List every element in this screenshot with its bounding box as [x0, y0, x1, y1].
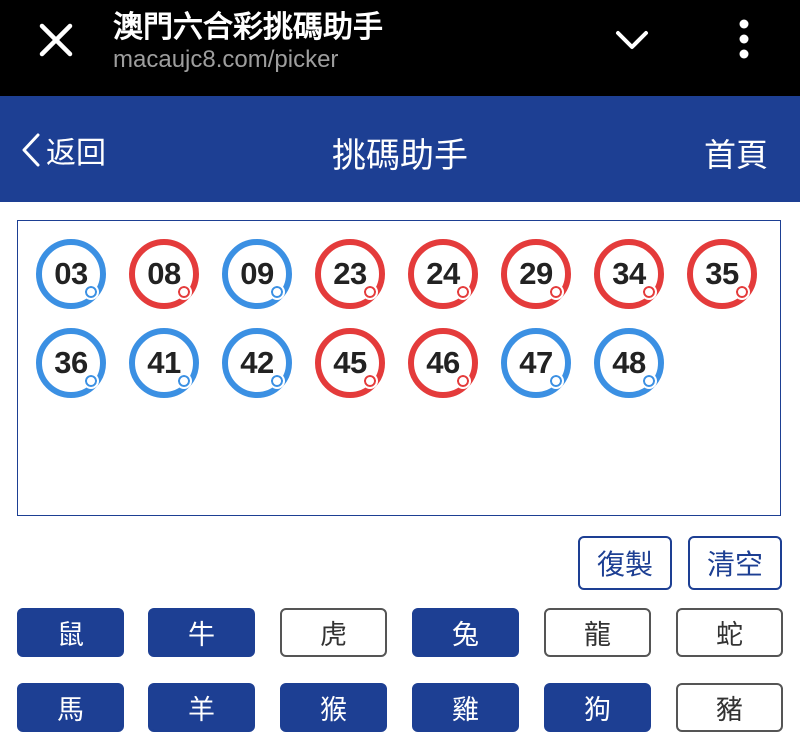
- number-ball[interactable]: 23: [315, 239, 385, 309]
- chevron-down-icon[interactable]: [612, 26, 652, 54]
- ball-number: 09: [240, 256, 274, 291]
- zodiac-button[interactable]: 猴: [280, 683, 387, 732]
- ball-shine: [641, 373, 657, 389]
- close-icon[interactable]: [34, 18, 78, 62]
- ball-shine: [455, 373, 471, 389]
- zodiac-button[interactable]: 牛: [148, 608, 255, 657]
- number-ball[interactable]: 45: [315, 328, 385, 398]
- selected-numbers-box: 03 08 09 23 24 29 34 35 36 41 42 45 46 4…: [17, 220, 781, 516]
- ball-shine: [83, 284, 99, 300]
- zodiac-button[interactable]: 蛇: [676, 608, 783, 657]
- ball-number: 47: [519, 345, 553, 380]
- ball-number: 36: [54, 345, 88, 380]
- zodiac-button[interactable]: 豬: [676, 683, 783, 732]
- number-ball[interactable]: 34: [594, 239, 664, 309]
- ball-number: 42: [240, 345, 274, 380]
- zodiac-button[interactable]: 雞: [412, 683, 519, 732]
- ball-number: 29: [519, 256, 553, 291]
- number-ball[interactable]: 47: [501, 328, 571, 398]
- browser-toolbar: 澳門六合彩挑碼助手 macaujc8.com/picker: [0, 0, 800, 96]
- number-ball[interactable]: 46: [408, 328, 478, 398]
- page-title: 挑碼助手: [332, 136, 468, 176]
- ball-shine: [362, 373, 378, 389]
- number-ball[interactable]: 36: [36, 328, 106, 398]
- number-ball[interactable]: 35: [687, 239, 757, 309]
- ball-shine: [83, 373, 99, 389]
- number-ball[interactable]: 08: [129, 239, 199, 309]
- ball-shine: [176, 373, 192, 389]
- ball-number: 45: [333, 345, 367, 380]
- ball-number: 48: [612, 345, 646, 380]
- ball-shine: [269, 373, 285, 389]
- number-ball[interactable]: 42: [222, 328, 292, 398]
- zodiac-button[interactable]: 狗: [544, 683, 651, 732]
- ball-number: 03: [54, 256, 88, 291]
- ball-shine: [176, 284, 192, 300]
- browser-page-title: 澳門六合彩挑碼助手: [113, 10, 383, 45]
- zodiac-button[interactable]: 龍: [544, 608, 651, 657]
- ball-shine: [548, 373, 564, 389]
- ball-number: 35: [705, 256, 739, 291]
- ball-shine: [734, 284, 750, 300]
- home-link[interactable]: 首頁: [704, 130, 768, 176]
- browser-url[interactable]: macaujc8.com/picker: [113, 46, 338, 74]
- ball-number: 23: [333, 256, 367, 291]
- app-header: 返回 挑碼助手 首頁: [0, 96, 800, 202]
- ball-shine: [548, 284, 564, 300]
- ball-shine: [455, 284, 471, 300]
- number-ball[interactable]: 03: [36, 239, 106, 309]
- zodiac-button[interactable]: 羊: [148, 683, 255, 732]
- ball-number: 34: [612, 256, 646, 291]
- zodiac-button[interactable]: 兔: [412, 608, 519, 657]
- ball-shine: [641, 284, 657, 300]
- number-ball[interactable]: 48: [594, 328, 664, 398]
- ball-number: 41: [147, 345, 181, 380]
- clear-button[interactable]: 清空: [688, 536, 782, 590]
- ball-number: 46: [426, 345, 460, 380]
- copy-button[interactable]: 復製: [578, 536, 672, 590]
- zodiac-button[interactable]: 虎: [280, 608, 387, 657]
- zodiac-button[interactable]: 馬: [17, 683, 124, 732]
- number-ball[interactable]: 09: [222, 239, 292, 309]
- number-ball[interactable]: 24: [408, 239, 478, 309]
- zodiac-button[interactable]: 鼠: [17, 608, 124, 657]
- number-ball[interactable]: 41: [129, 328, 199, 398]
- ball-shine: [362, 284, 378, 300]
- ball-number: 24: [426, 256, 460, 291]
- ball-shine: [269, 284, 285, 300]
- ball-number: 08: [147, 256, 181, 291]
- more-vertical-icon[interactable]: [730, 16, 758, 62]
- number-ball[interactable]: 29: [501, 239, 571, 309]
